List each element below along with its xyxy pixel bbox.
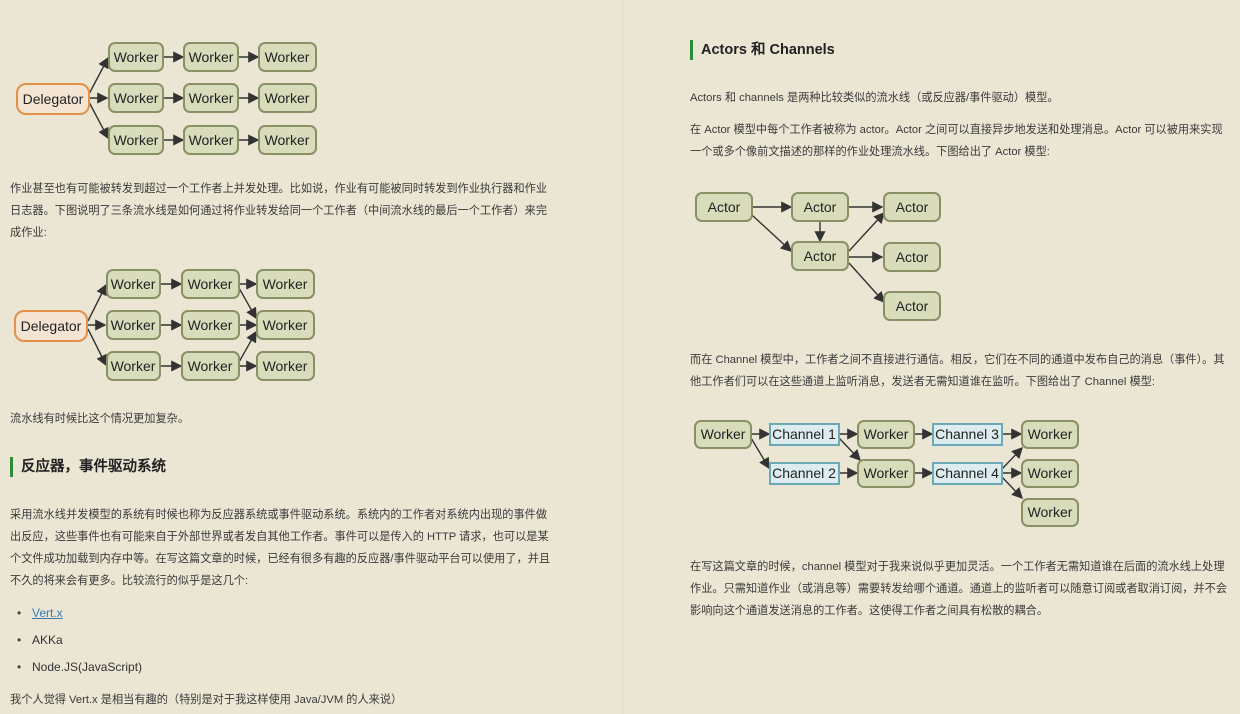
- delegator-node: Delegator: [16, 83, 90, 115]
- actor-node: Actor: [791, 241, 849, 271]
- channel-node: Channel 1: [769, 423, 840, 446]
- svg-text:Worker: Worker: [263, 276, 308, 292]
- pipeline-diagram-1: Delegator Worker Worker Worker Worker Wo…: [16, 42, 317, 155]
- worker-node: Worker: [181, 351, 240, 381]
- vertx-link[interactable]: Vert.x: [32, 606, 63, 620]
- worker-node: Worker: [106, 351, 161, 381]
- worker-node: Worker: [258, 42, 317, 72]
- svg-text:Worker: Worker: [265, 49, 310, 65]
- actor-node: Actor: [883, 192, 941, 222]
- svg-text:Actor: Actor: [896, 199, 929, 215]
- svg-text:Worker: Worker: [1028, 465, 1073, 481]
- worker-node: Worker: [256, 351, 315, 381]
- svg-text:Worker: Worker: [265, 132, 310, 148]
- svg-text:Worker: Worker: [1028, 426, 1073, 442]
- worker-node: Worker: [183, 83, 239, 113]
- worker-node: Worker: [183, 42, 239, 72]
- svg-text:Worker: Worker: [111, 317, 156, 333]
- section-heading-reactor: 反应器，事件驱动系统: [10, 457, 166, 477]
- svg-text:Actor: Actor: [896, 298, 929, 314]
- paragraph-channel-model: 而在 Channel 模型中，工作者之间不直接进行通信。相反，它们在不同的通道中…: [690, 354, 1225, 388]
- paragraph-actor-model: 在 Actor 模型中每个工作者被称为 actor。Actor 之间可以直接异步…: [690, 124, 1223, 158]
- worker-node: Worker: [1021, 420, 1079, 449]
- worker-node: Worker: [1021, 498, 1079, 527]
- svg-text:Worker: Worker: [265, 90, 310, 106]
- svg-text:Worker: Worker: [189, 90, 234, 106]
- list-item: Node.JS(JavaScript): [17, 654, 142, 681]
- svg-text:Worker: Worker: [114, 49, 159, 65]
- worker-node: Worker: [108, 125, 164, 155]
- channel-node: Channel 2: [769, 462, 840, 485]
- paragraph-actors-channels-intro: Actors 和 channels 是两种比较类似的流水线（或反应器/事件驱动）…: [690, 92, 1059, 104]
- paragraph-reactor-systems: 采用流水线并发模型的系统有时候也称为反应器系统或事件驱动系统。系统内的工作者对系…: [10, 509, 551, 587]
- svg-text:Channel 1: Channel 1: [772, 426, 836, 442]
- actor-model-diagram: Actor Actor Actor Actor Actor Actor: [695, 192, 941, 321]
- svg-text:Worker: Worker: [188, 317, 233, 333]
- svg-text:Worker: Worker: [188, 358, 233, 374]
- svg-text:Worker: Worker: [864, 426, 909, 442]
- worker-node: Worker: [1021, 459, 1079, 488]
- svg-text:Worker: Worker: [114, 90, 159, 106]
- svg-text:Channel 4: Channel 4: [935, 465, 999, 481]
- list-item[interactable]: Vert.x: [17, 600, 142, 627]
- svg-text:Worker: Worker: [111, 358, 156, 374]
- delegator-node: Delegator: [14, 310, 88, 342]
- worker-node: Worker: [258, 125, 317, 155]
- worker-node: Worker: [106, 269, 161, 299]
- svg-text:Delegator: Delegator: [21, 318, 82, 334]
- svg-text:Worker: Worker: [263, 358, 308, 374]
- worker-node: Worker: [108, 83, 164, 113]
- paragraph-channel-flexibility: 在写这篇文章的时候，channel 模型对于我来说似乎更加灵活。一个工作者无需知…: [690, 561, 1228, 617]
- svg-text:Worker: Worker: [114, 132, 159, 148]
- actor-node: Actor: [791, 192, 849, 222]
- worker-node: Worker: [183, 125, 239, 155]
- svg-text:Worker: Worker: [189, 132, 234, 148]
- right-page: Actors 和 Channels Actors 和 channels 是两种比…: [623, 0, 1240, 714]
- left-page: Delegator Worker Worker Worker Worker Wo…: [0, 0, 622, 714]
- svg-text:Worker: Worker: [188, 276, 233, 292]
- actor-node: Actor: [883, 242, 941, 272]
- svg-text:Worker: Worker: [864, 465, 909, 481]
- worker-node: Worker: [258, 83, 317, 113]
- worker-node: Worker: [256, 269, 315, 299]
- svg-text:Worker: Worker: [701, 426, 746, 442]
- worker-node: Worker: [106, 310, 161, 340]
- actor-node: Actor: [883, 291, 941, 321]
- paragraph-vertx-opinion: 我个人觉得 Vert.x 是相当有趣的（特别是对于我这样使用 Java/JVM …: [10, 694, 403, 706]
- svg-text:Actor: Actor: [896, 249, 929, 265]
- worker-node: Worker: [857, 459, 915, 488]
- svg-text:Actor: Actor: [708, 199, 741, 215]
- worker-node: Worker: [256, 310, 315, 340]
- svg-text:Channel 3: Channel 3: [935, 426, 999, 442]
- pipeline-diagram-2: Delegator Worker Worker Worker Worker Wo…: [14, 269, 315, 381]
- channel-node: Channel 3: [932, 423, 1003, 446]
- svg-text:Worker: Worker: [263, 317, 308, 333]
- worker-node: Worker: [108, 42, 164, 72]
- platform-list: Vert.x AKKa Node.JS(JavaScript): [17, 600, 142, 681]
- list-item: AKKa: [17, 627, 142, 654]
- svg-text:Worker: Worker: [189, 49, 234, 65]
- svg-text:Worker: Worker: [1028, 504, 1073, 520]
- svg-text:Worker: Worker: [111, 276, 156, 292]
- paragraph-concurrent-forwarding: 作业甚至也有可能被转发到超过一个工作者上并发处理。比如说，作业有可能被同时转发到…: [10, 183, 548, 239]
- svg-text:Delegator: Delegator: [23, 91, 84, 107]
- worker-node: Worker: [694, 420, 752, 449]
- channel-model-diagram: Worker Channel 1 Channel 2 Worker Worker…: [694, 420, 1079, 527]
- svg-text:Actor: Actor: [804, 199, 837, 215]
- worker-node: Worker: [857, 420, 915, 449]
- svg-text:Channel 2: Channel 2: [772, 465, 836, 481]
- svg-text:Actor: Actor: [804, 248, 837, 264]
- worker-node: Worker: [181, 310, 240, 340]
- worker-node: Worker: [181, 269, 240, 299]
- section-heading-actors-channels: Actors 和 Channels: [690, 40, 835, 60]
- actor-node: Actor: [695, 192, 753, 222]
- paragraph-complex-pipelines: 流水线有时候比这个情况更加复杂。: [10, 413, 190, 425]
- channel-node: Channel 4: [932, 462, 1003, 485]
